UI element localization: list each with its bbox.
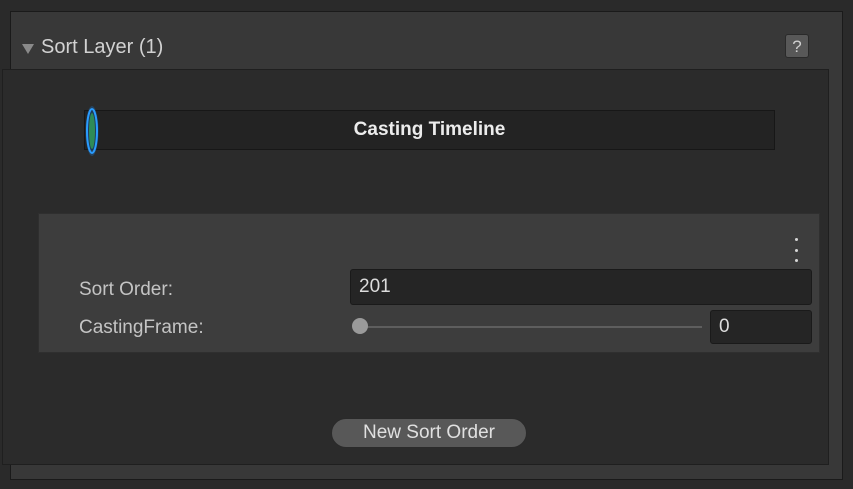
triangle-down-icon bbox=[22, 43, 34, 54]
casting-frame-slider-thumb[interactable] bbox=[352, 318, 368, 334]
sort-layer-foldout[interactable]: Sort Layer (1) bbox=[22, 36, 163, 59]
help-button[interactable]: ? bbox=[785, 34, 809, 58]
sort-order-label: Sort Order: bbox=[79, 279, 173, 300]
casting-frame-input[interactable]: 0 bbox=[710, 310, 812, 344]
new-sort-order-label: New Sort Order bbox=[363, 422, 495, 443]
new-sort-order-button[interactable]: New Sort Order bbox=[331, 418, 527, 448]
kebab-menu-icon[interactable] bbox=[789, 238, 803, 262]
sort-layer-title: Sort Layer (1) bbox=[41, 36, 164, 58]
casting-timeline-bar[interactable]: Casting Timeline bbox=[84, 110, 775, 150]
question-icon: ? bbox=[792, 37, 802, 56]
casting-frame-slider-track[interactable] bbox=[364, 326, 702, 328]
casting-timeline-label: Casting Timeline bbox=[353, 119, 506, 140]
timeline-handle-icon[interactable] bbox=[84, 104, 100, 158]
casting-frame-label: CastingFrame: bbox=[79, 317, 204, 338]
sort-order-input[interactable]: 201 bbox=[350, 269, 812, 305]
